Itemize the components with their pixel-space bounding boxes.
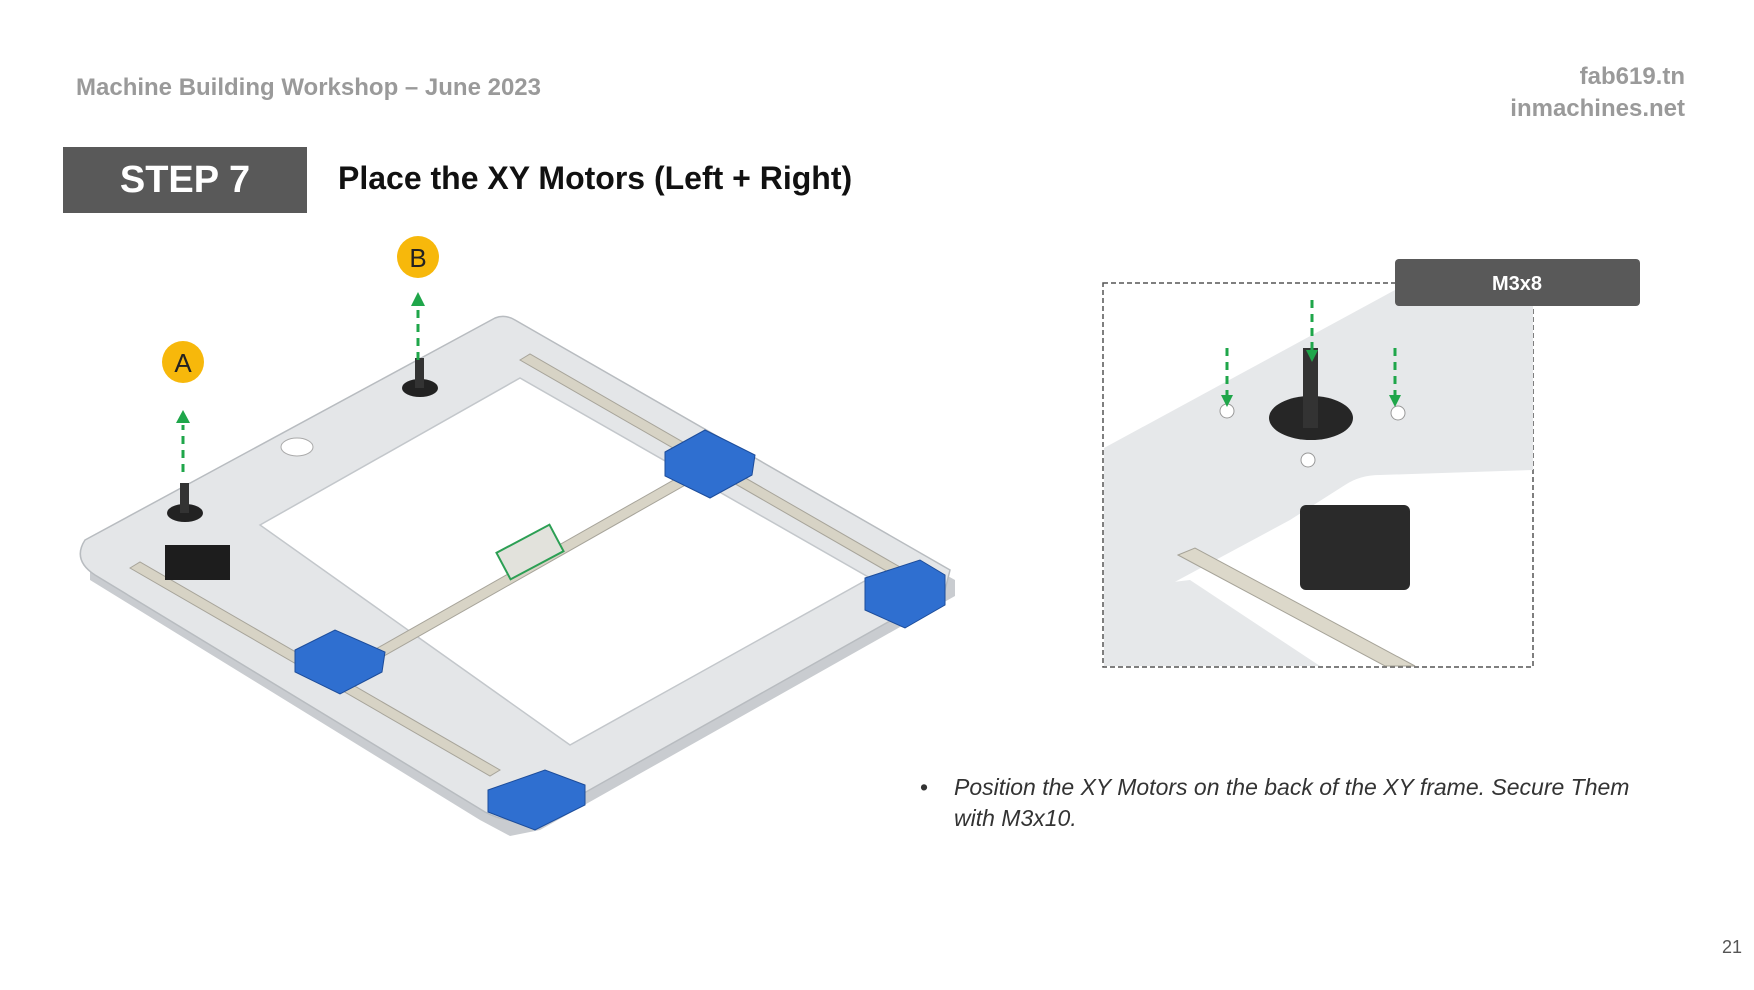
bullet-dot-icon: • bbox=[920, 774, 929, 800]
marker-b-label: B bbox=[409, 243, 426, 273]
page-number: 21 bbox=[1721, 937, 1742, 957]
arrow-a bbox=[176, 410, 190, 472]
marker-b: B bbox=[397, 236, 439, 278]
arrow-b bbox=[411, 292, 425, 360]
screw-label: M3x8 bbox=[1492, 273, 1542, 295]
detail-inset: M3x8 bbox=[1102, 259, 1640, 668]
marker-a-label: A bbox=[174, 348, 192, 378]
instruction-text: Position the XY Motors on the back of th… bbox=[954, 774, 1630, 831]
instruction-item: • Position the XY Motors on the back of … bbox=[920, 772, 1640, 834]
xy-frame bbox=[79, 315, 955, 836]
assembly-illustration: A B M3x8 bbox=[79, 236, 1640, 836]
marker-a: A bbox=[162, 341, 204, 383]
